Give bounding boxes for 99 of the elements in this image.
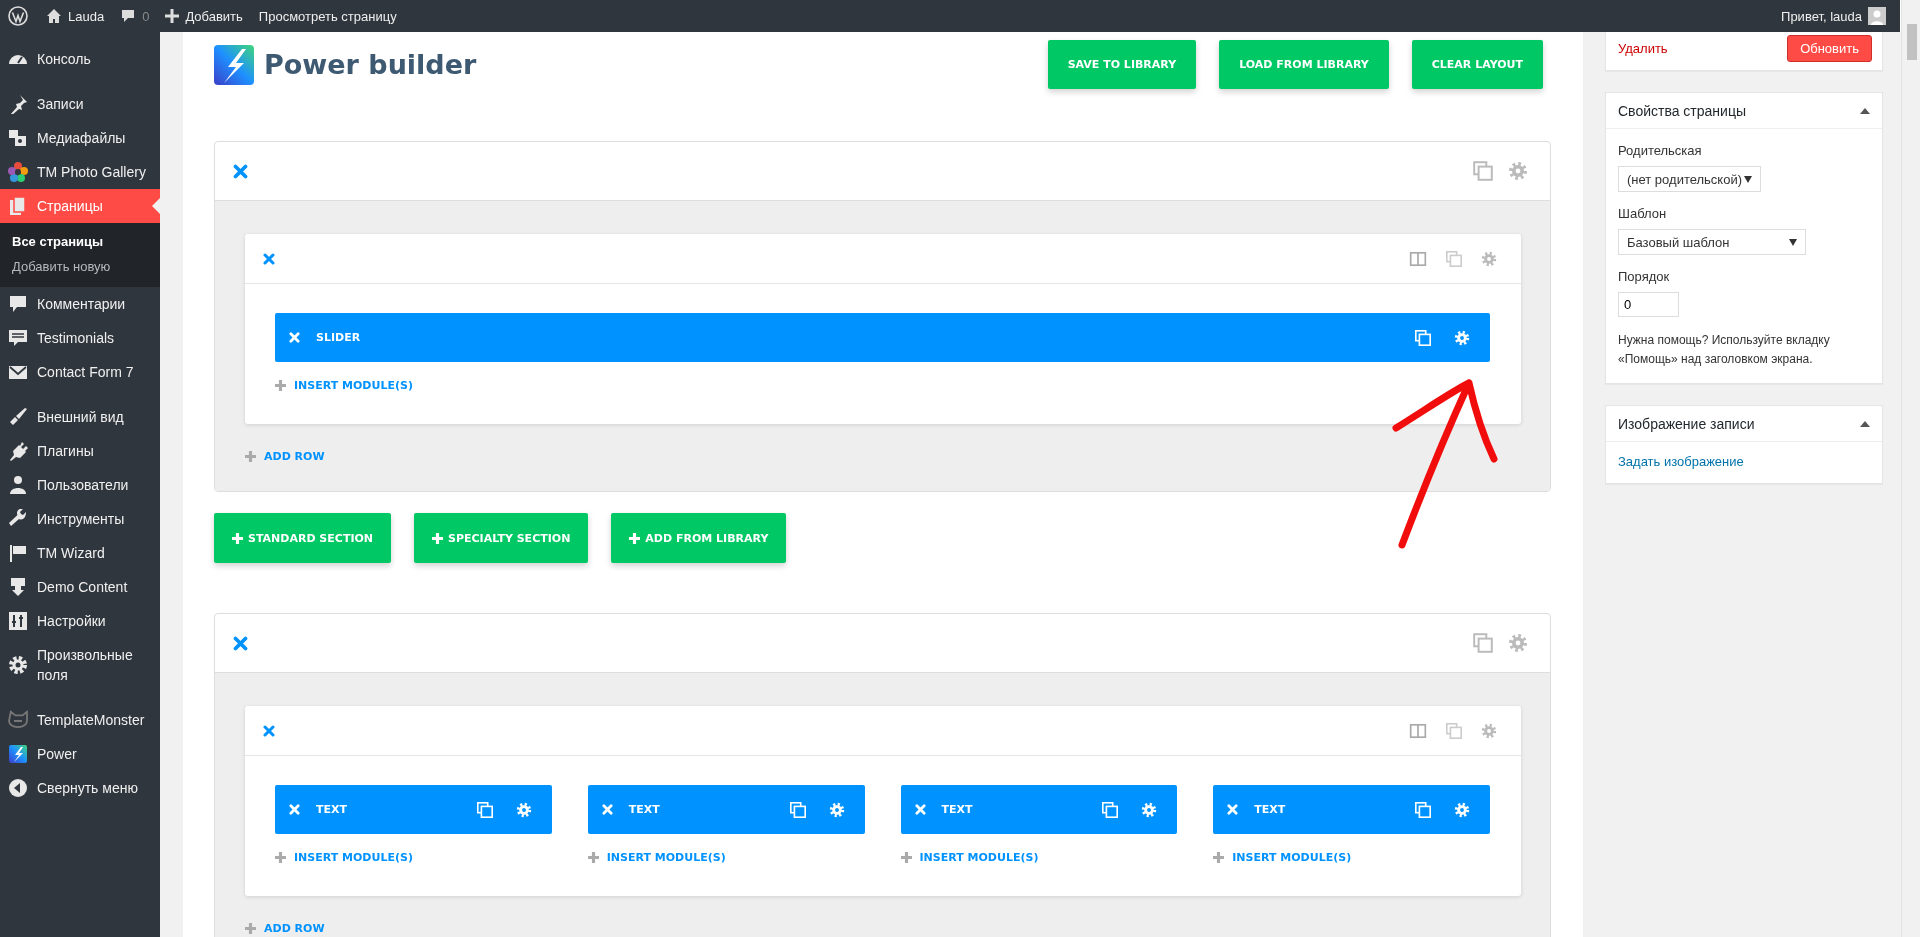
dropdown[interactable]: (нет родительской) xyxy=(1618,166,1761,192)
avatar-icon xyxy=(1868,7,1886,25)
copy-icon[interactable] xyxy=(1445,721,1463,740)
field-label: Родительская xyxy=(1618,143,1703,158)
copy-icon[interactable] xyxy=(1472,160,1494,182)
sidebar-item[interactable]: TM Photo Gallery xyxy=(0,155,160,189)
close-icon[interactable] xyxy=(263,252,275,265)
plus-icon xyxy=(245,923,256,934)
flag-icon xyxy=(8,543,28,563)
settings-icon[interactable] xyxy=(1508,633,1528,653)
scrollbar-thumb[interactable] xyxy=(1907,24,1917,60)
sidebar-item[interactable]: TemplateMonster xyxy=(0,703,160,737)
sidebar-item[interactable]: Свернуть меню xyxy=(0,771,160,805)
comments-link[interactable]: 0 xyxy=(112,8,158,24)
collapse-toggle-icon[interactable] xyxy=(1860,419,1870,428)
gear-icon xyxy=(8,655,28,675)
columns-icon[interactable] xyxy=(1409,721,1427,740)
sidebar-item[interactable]: Demo Content xyxy=(0,570,160,604)
sidebar-item[interactable]: Настройки xyxy=(0,604,160,638)
module-label: TEXT xyxy=(628,803,661,816)
copy-icon[interactable] xyxy=(475,800,494,819)
bolt-icon xyxy=(8,744,28,764)
page-title: Power builder xyxy=(264,49,477,80)
module-label: TEXT xyxy=(941,803,974,816)
copy-icon[interactable] xyxy=(1472,632,1494,654)
pages-icon xyxy=(8,196,28,216)
module-label: TEXT xyxy=(316,803,348,816)
person-icon xyxy=(8,475,28,495)
view-page-link[interactable]: Просмотреть страницу xyxy=(250,8,405,24)
close-icon[interactable] xyxy=(263,724,275,737)
sidebar-item[interactable]: Записи xyxy=(0,87,160,121)
copy-icon[interactable] xyxy=(1101,800,1120,819)
field-label: Шаблон xyxy=(1618,206,1668,221)
box-title: Изображение записи xyxy=(1618,415,1755,432)
plus-icon xyxy=(900,852,912,863)
plus-icon xyxy=(165,9,180,23)
close-icon[interactable] xyxy=(233,163,248,179)
sidebar-item[interactable]: Произвольные поля xyxy=(0,638,160,692)
sidebar-item[interactable]: Медиафайлы xyxy=(0,121,160,155)
plus-icon xyxy=(245,451,256,462)
sidebar-item[interactable]: Testimonials xyxy=(0,321,160,355)
collapse-toggle-icon[interactable] xyxy=(1860,106,1870,115)
scrollbar[interactable] xyxy=(1901,0,1920,937)
delete-link[interactable]: Удалить xyxy=(1618,41,1668,56)
download-icon xyxy=(8,577,28,597)
sidebar-item[interactable]: Пользователи xyxy=(0,468,160,502)
speech-bubble-icon xyxy=(120,8,137,24)
dropdown-arrow-icon xyxy=(1744,175,1752,183)
help-text: Нужна помощь? Используйте вкладку «Помощь» над заголовком экрана. xyxy=(1618,332,1831,368)
site-link[interactable]: Lauda xyxy=(38,8,113,24)
set-image-link[interactable]: Задать изображение xyxy=(1618,454,1744,469)
brush-icon xyxy=(8,407,28,427)
module-label: TEXT xyxy=(1254,803,1287,816)
copy-icon[interactable] xyxy=(1414,328,1432,347)
sidebar-item[interactable]: Инструменты xyxy=(0,502,160,536)
pin-icon xyxy=(8,94,28,114)
sidebar-item[interactable]: Плагины xyxy=(0,434,160,468)
plus-icon xyxy=(275,852,286,863)
order-field[interactable]: 0 xyxy=(1618,292,1679,317)
cat-face-icon xyxy=(8,710,28,730)
plus-icon xyxy=(629,532,641,544)
wordpress-logo-icon[interactable] xyxy=(8,6,28,26)
settings-icon[interactable] xyxy=(1481,250,1497,267)
media-icon xyxy=(8,128,28,148)
sidebar-item[interactable]: Консоль xyxy=(0,42,160,76)
sidebar-item[interactable]: Power xyxy=(0,737,160,771)
copy-icon[interactable] xyxy=(788,800,807,819)
settings-icon[interactable] xyxy=(1508,161,1528,181)
plus-icon xyxy=(275,380,286,391)
wrench-icon xyxy=(8,509,28,529)
plus-icon xyxy=(232,532,243,544)
sidebar-item[interactable]: TM Wizard xyxy=(0,536,160,570)
plus-icon xyxy=(1213,852,1225,863)
copy-icon[interactable] xyxy=(1414,800,1432,819)
submenu-item[interactable]: Добавить новую xyxy=(0,254,160,279)
bolt-logo-icon xyxy=(214,44,254,85)
close-icon[interactable] xyxy=(233,635,248,651)
columns-icon[interactable] xyxy=(1409,249,1427,268)
dropdown[interactable]: Базовый шаблон xyxy=(1618,229,1806,255)
module-label: SLIDER xyxy=(316,331,362,344)
home-icon xyxy=(46,8,62,24)
sidebar-item[interactable]: Внешний вид xyxy=(0,400,160,434)
chat-lines-icon xyxy=(8,328,28,348)
sidebar-item[interactable]: Contact Form 7 xyxy=(0,355,160,389)
speech-bubble-icon xyxy=(8,294,28,314)
copy-icon[interactable] xyxy=(1445,249,1463,268)
sliders-icon xyxy=(8,611,28,631)
sidebar-item[interactable]: Комментарии xyxy=(0,287,160,321)
dropdown-arrow-icon xyxy=(1789,238,1797,246)
settings-icon[interactable] xyxy=(1481,722,1497,739)
plug-icon xyxy=(8,441,28,461)
submenu-item[interactable]: Все страницы xyxy=(0,229,160,254)
field-label: Порядок xyxy=(1618,269,1671,284)
box-title: Свойства страницы xyxy=(1618,102,1746,119)
flower-icon xyxy=(8,162,28,182)
plus-icon xyxy=(432,532,444,544)
account-link[interactable]: Привет, lauda xyxy=(1773,7,1900,25)
add-new-link[interactable]: Добавить xyxy=(157,8,251,24)
plus-icon xyxy=(587,852,599,863)
